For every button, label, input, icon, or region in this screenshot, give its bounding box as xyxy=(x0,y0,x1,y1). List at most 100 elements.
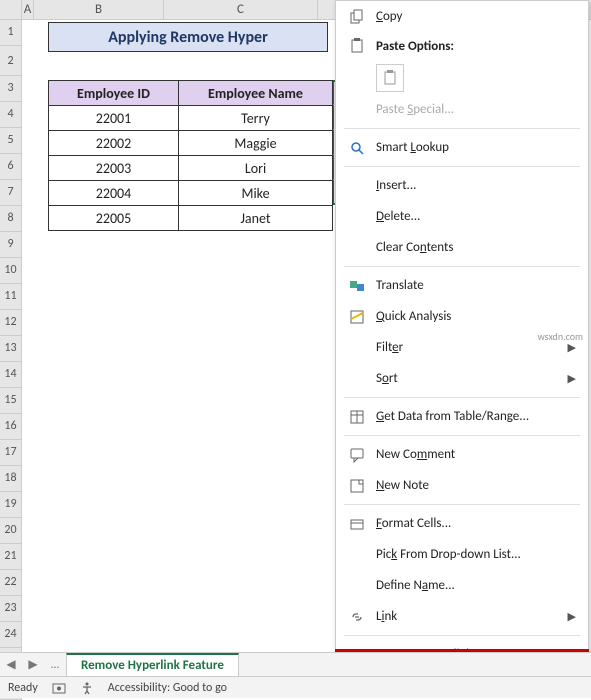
row-header[interactable]: 11 xyxy=(0,284,22,310)
row-header[interactable]: 1 xyxy=(0,20,22,46)
row-header[interactable]: 24 xyxy=(0,622,22,648)
tab-nav-next-icon[interactable]: ▶ xyxy=(22,653,44,676)
cell[interactable]: 22002 xyxy=(49,131,179,156)
row-header[interactable]: 10 xyxy=(0,258,22,284)
row-header[interactable]: 14 xyxy=(0,362,22,388)
paste-button[interactable] xyxy=(376,64,404,92)
row-header[interactable]: 15 xyxy=(0,388,22,414)
accessibility-icon[interactable] xyxy=(80,681,94,695)
col-header-B[interactable]: B xyxy=(34,0,164,19)
menu-label: Copy xyxy=(368,9,576,24)
menu-quick-analysis[interactable]: Quick Analysis xyxy=(336,301,588,332)
menu-paste-options-header: Paste Options: xyxy=(336,32,588,60)
col-header-A[interactable]: A xyxy=(22,0,34,19)
menu-sort[interactable]: Sort ▶ xyxy=(336,363,588,394)
status-bar: Ready Accessibility: Good to go xyxy=(0,676,591,698)
cell[interactable]: Lori xyxy=(179,156,333,181)
table-header-employee-id[interactable]: Employee ID xyxy=(49,81,179,106)
row-header[interactable]: 13 xyxy=(0,336,22,362)
sheet-tab-bar: ◀ ▶ … Remove Hyperlink Feature xyxy=(0,652,591,676)
table-row[interactable]: 22004Mike xyxy=(49,181,333,206)
menu-link[interactable]: Link ▶ xyxy=(336,601,588,632)
cell[interactable]: 22001 xyxy=(49,106,179,131)
menu-label: Translate xyxy=(368,278,576,293)
cell[interactable]: 22005 xyxy=(49,206,179,231)
row-header[interactable]: 6 xyxy=(0,154,22,180)
copy-icon xyxy=(346,8,368,26)
row-header[interactable]: 21 xyxy=(0,544,22,570)
menu-label: Pick From Drop-down List... xyxy=(368,547,576,562)
row-header[interactable]: 7 xyxy=(0,180,22,206)
tab-nav-prev-icon[interactable]: ◀ xyxy=(0,653,22,676)
menu-separator xyxy=(344,266,580,267)
format-cells-icon xyxy=(346,515,368,533)
menu-label: Paste Special... xyxy=(368,102,576,117)
menu-separator xyxy=(344,166,580,167)
row-header[interactable]: 23 xyxy=(0,596,22,622)
menu-label: Insert... xyxy=(368,178,576,193)
table-row[interactable]: 22001Terry xyxy=(49,106,333,131)
table-icon xyxy=(346,408,368,426)
status-accessibility: Accessibility: Good to go xyxy=(108,681,227,695)
select-all-corner[interactable] xyxy=(0,0,22,19)
row-header[interactable]: 19 xyxy=(0,492,22,518)
col-header-C[interactable]: C xyxy=(164,0,318,19)
sheet-tab-active[interactable]: Remove Hyperlink Feature xyxy=(66,653,239,676)
menu-label: Smart Lookup xyxy=(368,140,576,155)
paste-option-buttons xyxy=(336,60,588,94)
menu-label: Delete... xyxy=(368,209,576,224)
row-header[interactable]: 12 xyxy=(0,310,22,336)
quick-analysis-icon xyxy=(346,308,368,326)
menu-insert[interactable]: Insert... xyxy=(336,170,588,201)
menu-copy[interactable]: Copy xyxy=(336,1,588,32)
link-icon xyxy=(346,608,368,626)
data-table: Employee ID Employee Name 22001Terry 220… xyxy=(48,80,333,231)
row-header[interactable]: 4 xyxy=(0,102,22,128)
comment-icon xyxy=(346,446,368,464)
row-header[interactable]: 2 xyxy=(0,46,22,76)
row-header[interactable]: 8 xyxy=(0,206,22,232)
menu-smart-lookup[interactable]: Smart Lookup xyxy=(336,132,588,163)
search-icon xyxy=(346,139,368,157)
row-header[interactable]: 17 xyxy=(0,440,22,466)
cell[interactable]: 22003 xyxy=(49,156,179,181)
menu-get-data[interactable]: Get Data from Table/Range... xyxy=(336,401,588,432)
translate-icon xyxy=(346,277,368,295)
cell[interactable]: Mike xyxy=(179,181,333,206)
row-header[interactable]: 20 xyxy=(0,518,22,544)
menu-clear-contents[interactable]: Clear Contents xyxy=(336,232,588,263)
row-header[interactable]: 9 xyxy=(0,232,22,258)
menu-format-cells[interactable]: Format Cells... xyxy=(336,508,588,539)
cell[interactable]: 22004 xyxy=(49,181,179,206)
cell[interactable]: Terry xyxy=(179,106,333,131)
menu-translate[interactable]: Translate xyxy=(336,270,588,301)
row-header[interactable]: 3 xyxy=(0,76,22,102)
cell[interactable]: Maggie xyxy=(179,131,333,156)
cell[interactable]: Janet xyxy=(179,206,333,231)
watermark: wsxdn.com xyxy=(538,330,583,343)
menu-separator xyxy=(344,635,580,636)
menu-define-name[interactable]: Define Name... xyxy=(336,570,588,601)
table-row[interactable]: 22002Maggie xyxy=(49,131,333,156)
menu-new-note[interactable]: New Note xyxy=(336,470,588,501)
menu-new-comment[interactable]: New Comment xyxy=(336,439,588,470)
table-row[interactable]: 22003Lori xyxy=(49,156,333,181)
row-header[interactable]: 18 xyxy=(0,466,22,492)
menu-label: Format Cells... xyxy=(368,516,576,531)
table-row[interactable]: 22005Janet xyxy=(49,206,333,231)
macro-record-icon[interactable] xyxy=(52,681,66,695)
menu-separator xyxy=(344,128,580,129)
row-header[interactable]: 22 xyxy=(0,570,22,596)
menu-label: New Note xyxy=(368,478,576,493)
menu-separator xyxy=(344,504,580,505)
menu-separator xyxy=(344,397,580,398)
menu-pick-list[interactable]: Pick From Drop-down List... xyxy=(336,539,588,570)
tab-nav-more-icon[interactable]: … xyxy=(44,653,66,676)
row-header[interactable]: 5 xyxy=(0,128,22,154)
title-banner: Applying Remove Hyper xyxy=(48,22,328,52)
menu-separator xyxy=(344,435,580,436)
menu-delete[interactable]: Delete... xyxy=(336,201,588,232)
table-header-employee-name[interactable]: Employee Name xyxy=(179,81,333,106)
menu-paste-special[interactable]: Paste Special... xyxy=(336,94,588,125)
row-header[interactable]: 16 xyxy=(0,414,22,440)
